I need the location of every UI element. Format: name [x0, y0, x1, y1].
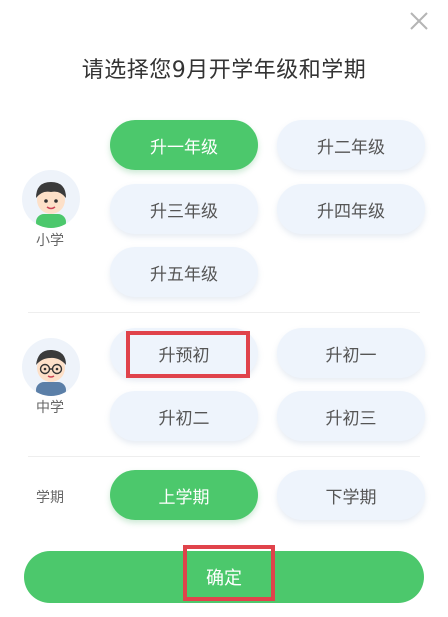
middle-school-label: 中学: [36, 400, 64, 416]
grade-option-5[interactable]: 升五年级: [110, 247, 258, 297]
section-divider: [28, 312, 420, 313]
grade-option-1[interactable]: 升一年级: [110, 120, 258, 170]
grade-option-3[interactable]: 升三年级: [110, 184, 258, 234]
dialog-title: 请选择您9月开学年级和学期: [81, 58, 367, 83]
grade-option-junior-2[interactable]: 升初二: [110, 391, 258, 441]
grade-option-4[interactable]: 升四年级: [277, 184, 425, 234]
boy-with-glasses-avatar-icon: [22, 338, 80, 396]
confirm-button[interactable]: 确定: [24, 551, 424, 603]
section-divider: [28, 456, 420, 457]
grade-option-2[interactable]: 升二年级: [277, 120, 425, 170]
term-label: 学期: [36, 490, 64, 506]
term-option-second[interactable]: 下学期: [277, 470, 425, 520]
grade-option-prep[interactable]: 升预初: [110, 328, 258, 378]
term-option-first[interactable]: 上学期: [110, 470, 258, 520]
grade-option-junior-3[interactable]: 升初三: [277, 391, 425, 441]
primary-school-label: 小学: [36, 233, 64, 249]
boy-avatar-icon: [22, 170, 80, 228]
grade-option-junior-1[interactable]: 升初一: [277, 328, 425, 378]
close-icon[interactable]: [408, 10, 430, 32]
